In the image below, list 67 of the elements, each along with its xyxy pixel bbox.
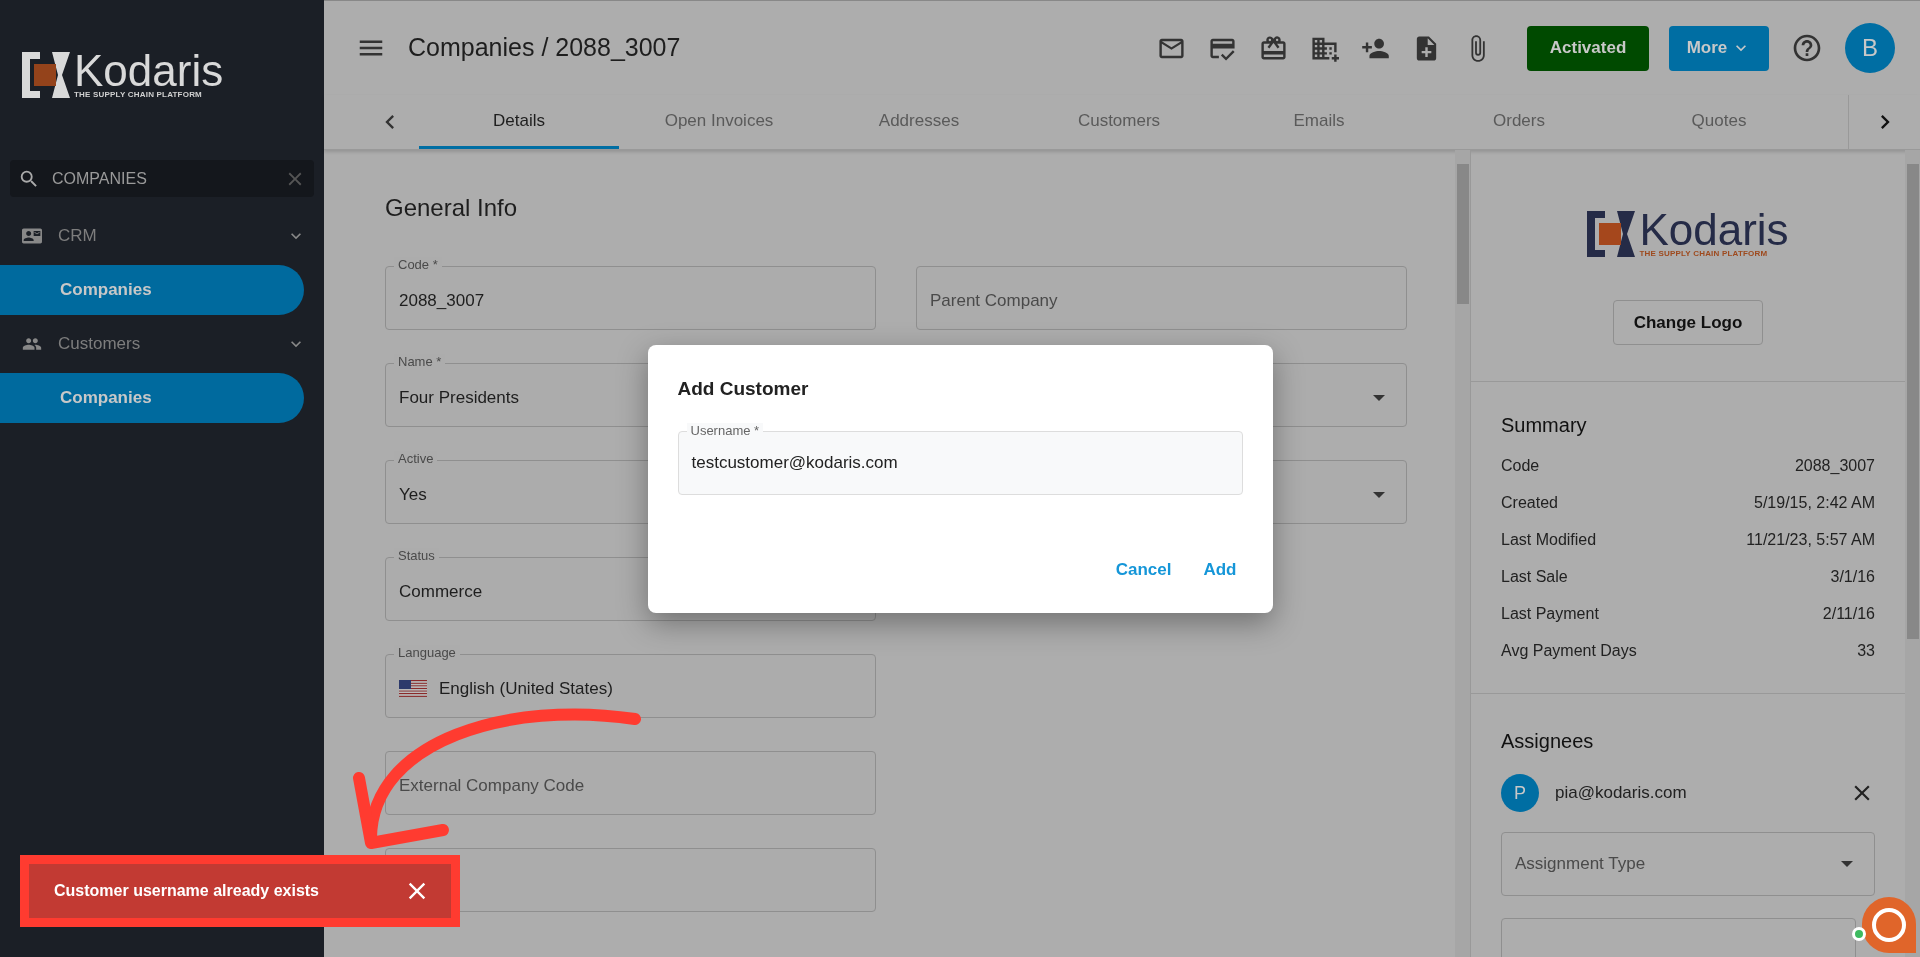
summary-title: Summary [1501, 413, 1588, 438]
section-title: General Info [385, 193, 519, 223]
logo-wordmark: Kodaris [74, 51, 224, 91]
input-field[interactable]: Parent Company [916, 266, 1407, 330]
summary-value: 5/19/15, 2:42 AM [1754, 493, 1875, 513]
field-label: Language [394, 645, 460, 661]
assignees-title: Assignees [1501, 729, 1595, 754]
dialog-title: Add Customer [677, 376, 810, 401]
field-placeholder: Assignment Type [1515, 853, 1647, 876]
logo-wordmark: Kodaris [1639, 210, 1789, 250]
dropdown-icon [1373, 492, 1385, 498]
nav-item[interactable]: Companies [0, 265, 304, 315]
tab[interactable]: Emails [1219, 95, 1419, 149]
nav-group[interactable]: CRM [0, 215, 324, 257]
activated-button[interactable]: Activated [1527, 25, 1649, 71]
dropdown-icon [1373, 395, 1385, 401]
group-label: CRM [58, 225, 98, 248]
toast-message: Customer username already exists [54, 881, 320, 901]
nav-item[interactable]: Companies [0, 373, 304, 423]
help-icon[interactable] [1791, 32, 1823, 64]
tab[interactable]: Details [419, 95, 619, 149]
summary-value: 33 [1857, 641, 1875, 661]
summary-label: Last Payment [1501, 604, 1599, 624]
dialog-button[interactable]: Add [1197, 557, 1243, 583]
summary-label: Code [1501, 456, 1540, 476]
summary-label: Last Sale [1501, 567, 1568, 587]
search-field[interactable]: COMPANIES [10, 160, 314, 197]
summary-label: Created [1501, 493, 1558, 513]
field-value: Commerce [399, 581, 483, 604]
scrollbar[interactable] [1905, 150, 1920, 957]
summary-label: Last Modified [1501, 530, 1597, 550]
field-value: English (United States) [439, 678, 613, 701]
select-field[interactable]: Assignment Type [1501, 832, 1875, 896]
nav-group[interactable]: Customers [0, 323, 324, 365]
tab[interactable]: Addresses [819, 95, 1019, 149]
user-avatar[interactable]: B [1845, 23, 1895, 73]
dropdown-icon [1841, 861, 1853, 867]
logo-tagline: THE SUPPLY CHAIN PLATFORM [1639, 250, 1769, 258]
logo-mark-icon [1587, 211, 1636, 257]
input-field[interactable]: External Company Code [385, 751, 876, 815]
page-title: Companies / 2088_3007 [408, 32, 682, 64]
field-value: 2088_3007 [399, 290, 485, 313]
field-value: Yes [399, 484, 427, 507]
field-value: Four Presidents [399, 387, 519, 410]
group-icon [22, 226, 42, 246]
summary-value: 2/11/16 [1822, 604, 1875, 624]
tab[interactable]: Customers [1019, 95, 1219, 149]
scrollbar[interactable] [1455, 150, 1470, 957]
more-button[interactable]: More [1669, 25, 1769, 71]
logo-mark-icon [22, 52, 70, 98]
field-placeholder: External Company Code [399, 775, 585, 798]
dialog-button[interactable]: Cancel [1109, 557, 1178, 583]
summary-label: Avg Payment Days [1501, 641, 1637, 661]
summary-value: 11/21/23, 5:57 AM [1746, 530, 1875, 550]
tab[interactable]: Quotes [1619, 95, 1819, 149]
assignee-avatar: P [1501, 774, 1539, 812]
logo-tagline: THE SUPPLY CHAIN PLATFORM [74, 91, 203, 99]
tab[interactable]: Orders [1419, 95, 1619, 149]
field-placeholder: Parent Company [930, 290, 1058, 313]
change-logo-button[interactable]: Change Logo [1613, 300, 1763, 345]
group-label: Customers [58, 333, 142, 356]
summary-value: 2088_3007 [1794, 456, 1875, 476]
tab[interactable]: Open Invoices [619, 95, 819, 149]
search-value: COMPANIES [52, 168, 148, 189]
assignee-email: pia@kodaris.com [1555, 782, 1688, 805]
us-flag-icon [399, 680, 427, 698]
summary-value: 3/1/16 [1830, 567, 1875, 587]
